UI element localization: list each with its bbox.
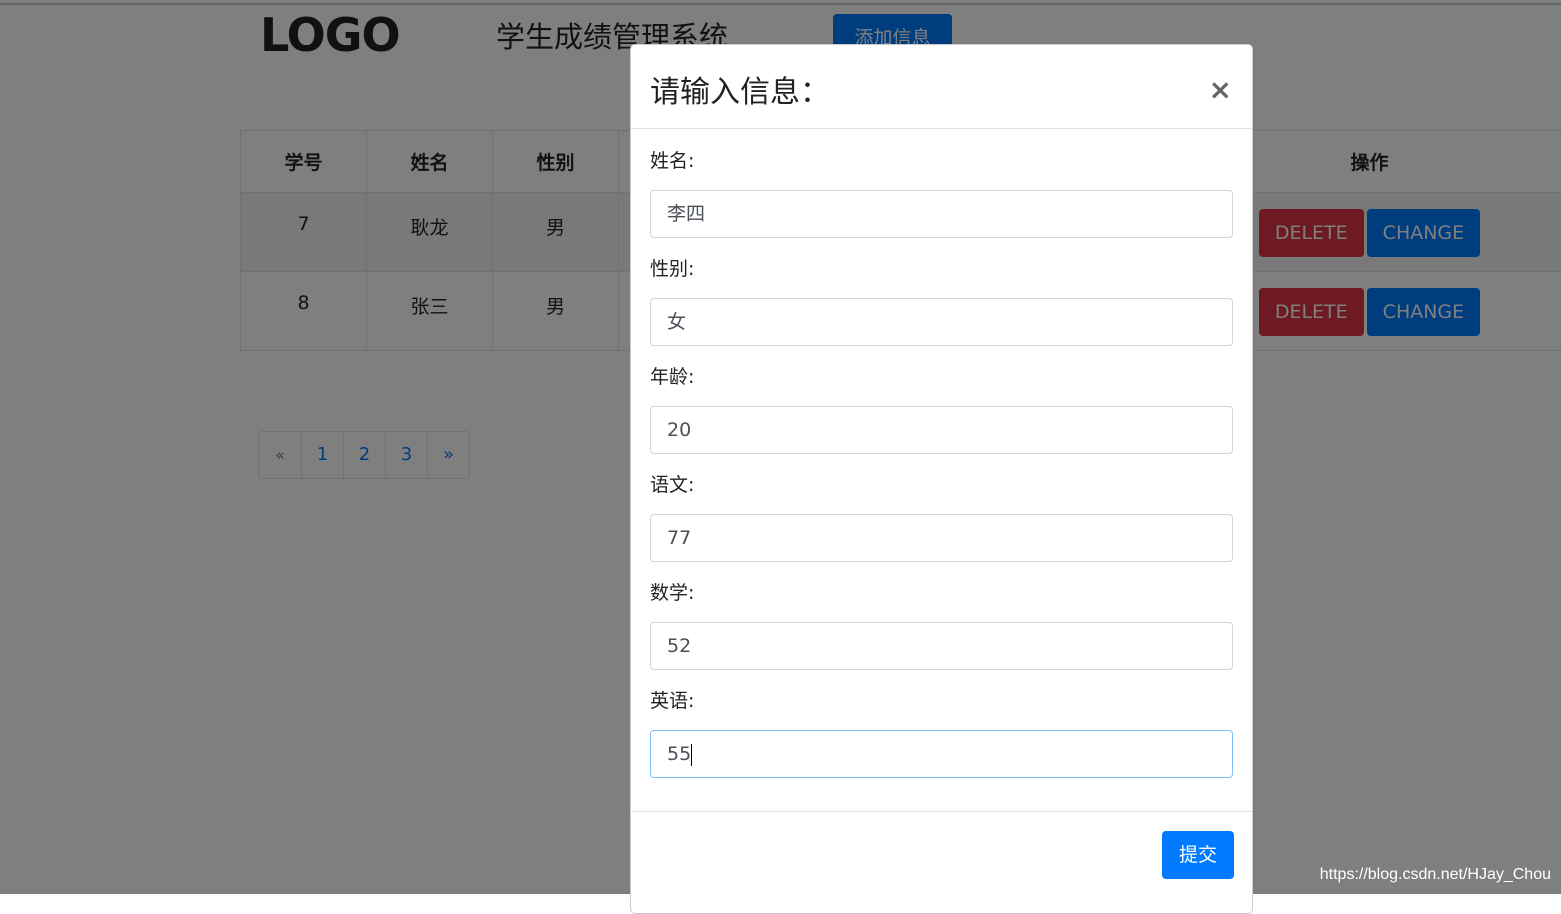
text-caret (691, 744, 692, 766)
gender-label: 性别: (650, 257, 1233, 282)
english-label: 英语: (650, 689, 1233, 714)
math-label: 数学: (650, 581, 1233, 606)
age-label: 年龄: (650, 365, 1233, 390)
english-value: 55 (667, 743, 691, 765)
modal-header: 请输入信息： × (631, 45, 1252, 129)
modal-body: 姓名: 李四 性别: 女 年龄: 20 语文: 77 数学: 52 英语: 55 (631, 129, 1252, 778)
info-modal: 请输入信息： × 姓名: 李四 性别: 女 年龄: 20 语文: 77 数学: 52 英语… (630, 44, 1253, 914)
watermark: https://blog.csdn.net/HJay_Chou (1320, 866, 1551, 884)
name-input[interactable]: 李四 (650, 190, 1233, 238)
submit-button[interactable]: 提交 (1162, 831, 1234, 879)
gender-input[interactable]: 女 (650, 298, 1233, 346)
age-input[interactable]: 20 (650, 406, 1233, 454)
modal-footer: 提交 (631, 811, 1252, 812)
close-icon[interactable]: × (1209, 73, 1232, 106)
modal-title: 请输入信息： (650, 67, 830, 111)
chinese-input[interactable]: 77 (650, 514, 1233, 562)
name-label: 姓名: (650, 149, 1233, 174)
english-input[interactable]: 55 (650, 730, 1233, 778)
chinese-label: 语文: (650, 473, 1233, 498)
math-input[interactable]: 52 (650, 622, 1233, 670)
